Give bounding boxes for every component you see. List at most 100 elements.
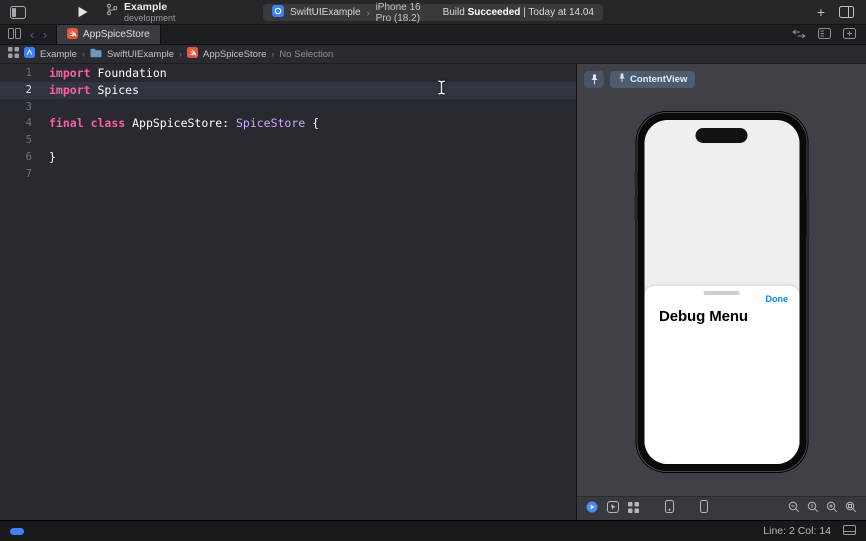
forward-button[interactable]: › — [43, 29, 47, 41]
zoom-out-icon[interactable] — [788, 500, 800, 518]
bottom-panel-icon[interactable] — [843, 522, 856, 540]
code-review-icon[interactable] — [792, 26, 806, 44]
code-token — [84, 116, 91, 130]
activity-view[interactable]: SwiftUIExample › iPhone 16 Pro (18.2) Bu… — [263, 4, 603, 21]
breadcrumb-selection[interactable]: No Selection — [279, 49, 333, 60]
pin-preview-button[interactable] — [584, 71, 604, 88]
zoom-100-icon[interactable] — [807, 500, 819, 518]
toolbar-right: + — [817, 5, 854, 19]
code-line[interactable]: import Foundation — [40, 65, 576, 82]
breadcrumb-file[interactable]: AppSpiceStore — [203, 49, 266, 60]
editor-options-icon[interactable] — [818, 26, 831, 44]
code-line[interactable] — [40, 166, 576, 183]
editor-area: 1234567 import Foundationimport Spices fi… — [0, 64, 866, 520]
debug-menu-sheet[interactable]: Done Debug Menu — [644, 286, 799, 464]
sidebar-toggle-icon[interactable] — [10, 6, 26, 19]
zoom-controls — [788, 500, 857, 518]
run-button[interactable] — [78, 6, 88, 18]
code-editor[interactable]: 1234567 import Foundationimport Spices fi… — [0, 64, 577, 520]
line-number[interactable]: 5 — [0, 132, 40, 149]
tab-appspicestore[interactable]: AppSpiceStore — [56, 25, 161, 44]
code-line[interactable]: } — [40, 149, 576, 166]
chevron-icon: › — [179, 49, 182, 59]
add-editor-icon[interactable] — [843, 26, 856, 44]
project-icon — [24, 47, 35, 61]
code-token: Spices — [91, 83, 139, 97]
iphone-preview[interactable]: Done Debug Menu — [636, 112, 807, 472]
branch-name: development — [124, 13, 176, 23]
canvas-bottom-bar — [577, 496, 866, 520]
volume-button — [634, 195, 637, 221]
line-number[interactable]: 4 — [0, 115, 40, 132]
build-status-time: | Today at 14.04 — [523, 7, 594, 18]
code-token: import — [49, 66, 91, 80]
add-button[interactable]: + — [817, 5, 825, 19]
sheet-grabber-icon[interactable] — [704, 291, 740, 295]
toolbar-left: Example development — [0, 2, 176, 23]
tabbar-left-icons: ‹ › — [8, 26, 47, 44]
device-bezels-icon[interactable] — [700, 500, 708, 518]
breadcrumb-group[interactable]: SwiftUIExample — [107, 49, 174, 60]
code-line[interactable]: import Spices — [40, 82, 576, 99]
chevron-icon: › — [367, 8, 370, 18]
xcode-window: Example development SwiftUIExample › iPh… — [0, 0, 866, 541]
sheet-title: Debug Menu — [659, 308, 748, 325]
zoom-in-icon[interactable] — [826, 500, 838, 518]
preview-canvas: ContentView Done Debug Menu — [577, 64, 866, 520]
tabbar-right-icons — [792, 26, 856, 44]
device-settings-icon[interactable] — [665, 500, 674, 518]
live-preview-icon[interactable] — [586, 500, 598, 518]
done-button[interactable]: Done — [766, 294, 789, 304]
scheme-selector[interactable]: Example development — [106, 2, 176, 23]
line-number[interactable]: 2 — [0, 82, 40, 99]
iphone-screen[interactable]: Done Debug Menu — [644, 120, 799, 464]
editor-columns-icon[interactable] — [8, 26, 21, 44]
swift-file-icon — [187, 47, 198, 61]
code-line[interactable]: final class AppSpiceStore: SpiceStore { — [40, 115, 576, 132]
code-lines: import Foundationimport Spices final clas… — [40, 64, 576, 520]
pin-icon — [618, 73, 626, 86]
branch-icon — [106, 3, 118, 21]
preview-pin-bar: ContentView — [584, 71, 695, 88]
run-destination-label[interactable]: iPhone 16 Pro (18.2) — [376, 2, 437, 24]
preview-tab-label: ContentView — [630, 74, 687, 85]
gutter: 1234567 — [0, 64, 40, 520]
breadcrumb-project[interactable]: Example — [40, 49, 77, 60]
folder-icon — [90, 48, 102, 61]
active-scheme-label[interactable]: SwiftUIExample — [290, 7, 361, 18]
back-button[interactable]: ‹ — [30, 29, 34, 41]
swift-file-icon — [67, 28, 78, 42]
zoom-fit-icon[interactable] — [845, 500, 857, 518]
volume-button — [634, 171, 637, 186]
dynamic-island — [696, 128, 748, 143]
code-token: class — [91, 116, 126, 130]
line-number[interactable]: 6 — [0, 149, 40, 166]
status-bar: Line: 2 Col: 14 — [0, 520, 866, 541]
line-number[interactable]: 7 — [0, 166, 40, 183]
code-token: final — [49, 116, 84, 130]
line-number[interactable]: 1 — [0, 65, 40, 82]
tab-bar: ‹ › AppSpiceStore — [0, 25, 866, 45]
build-status-result: Succeeded — [468, 7, 521, 18]
chevron-icon: › — [271, 49, 274, 59]
power-button — [806, 197, 809, 237]
related-items-icon[interactable] — [8, 47, 19, 61]
tab-label: AppSpiceStore — [83, 29, 150, 40]
code-token: { — [305, 116, 319, 130]
code-line[interactable] — [40, 99, 576, 116]
variants-icon[interactable] — [628, 500, 639, 518]
jump-bar: Example › SwiftUIExample › AppSpiceStore… — [0, 45, 866, 64]
line-number[interactable]: 3 — [0, 99, 40, 116]
preview-tab-contentview[interactable]: ContentView — [610, 71, 695, 88]
selectable-mode-icon[interactable] — [607, 500, 619, 518]
code-line[interactable] — [40, 132, 576, 149]
progress-indicator — [10, 528, 24, 535]
code-token: import — [49, 83, 91, 97]
build-status-prefix: Build — [443, 7, 465, 18]
scheme-name: Example — [124, 2, 176, 13]
code-token: AppSpiceStore: — [125, 116, 236, 130]
build-status: Build Succeeded | Today at 14.04 — [443, 7, 594, 18]
canvas-area: ContentView Done Debug Menu — [577, 64, 866, 496]
editor-layout-icon[interactable] — [839, 6, 854, 18]
app-icon — [272, 5, 284, 20]
